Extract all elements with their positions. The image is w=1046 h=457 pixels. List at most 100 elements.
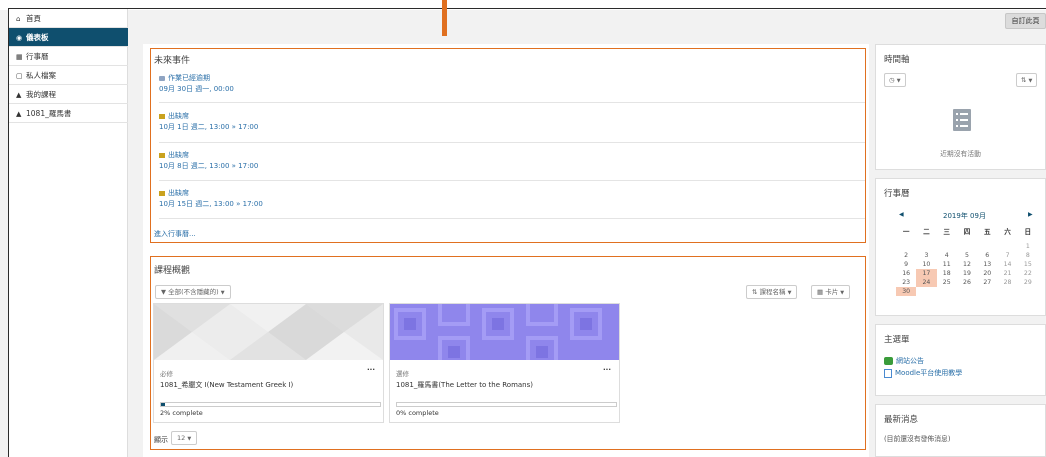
event-item: 出缺席 10月 15日 週二, 13:00 » 17:00 — [159, 188, 865, 219]
menu-link-label: Moodle平台使用教學 — [895, 369, 963, 377]
timeline-title: 時間軸 — [884, 55, 910, 65]
calendar-month-label[interactable]: 2019年 09月 — [943, 211, 986, 221]
sidebar-item-course-romans[interactable]: ▲ 1081_羅馬書 — [9, 104, 128, 123]
event-time-link[interactable]: 10月 15日 週二, 13:00 » 17:00 — [159, 199, 263, 209]
calendar-day[interactable]: 3 — [916, 251, 936, 260]
sidebar-item-label: 儀表板 — [26, 33, 49, 42]
home-icon: ⌂ — [16, 15, 21, 23]
event-time-link[interactable]: 10月 1日 週二, 13:00 » 17:00 — [159, 122, 258, 132]
sort-icon: ⇅ — [1021, 76, 1027, 84]
calendar-day[interactable]: 25 — [937, 278, 957, 287]
calendar-day[interactable]: 10 — [916, 260, 936, 269]
assignment-icon — [159, 75, 165, 81]
menu-link-moodle-guide[interactable]: Moodle平台使用教學 — [884, 368, 962, 378]
calendar-day[interactable]: 4 — [937, 251, 957, 260]
calendar-day[interactable]: 17 — [916, 269, 937, 278]
sidebar-item-home[interactable]: ⌂ 首頁 — [9, 9, 128, 28]
sort-dropdown[interactable]: ⇅ 課程名稱 ▼ — [746, 285, 798, 299]
calendar-day[interactable]: 9 — [896, 260, 916, 269]
calendar-day[interactable]: 28 — [997, 278, 1017, 287]
calendar-day[interactable]: 24 — [916, 278, 937, 287]
calendar-day[interactable]: 11 — [937, 260, 957, 269]
event-name: 出缺席 — [168, 112, 189, 120]
goto-calendar-link[interactable]: 進入行事曆... — [154, 229, 196, 239]
sidebar-item-calendar[interactable]: ▦ 行事曆 — [9, 47, 128, 66]
event-item: 作業已經逾期 09月 30日 週一, 00:00 — [159, 73, 865, 103]
chevron-down-icon: ▼ — [220, 290, 225, 296]
calendar-day[interactable]: 14 — [997, 260, 1017, 269]
course-image-triangles — [154, 304, 383, 360]
menu-link-site-news[interactable]: 網站公告 — [884, 356, 924, 366]
course-progress-bar — [396, 402, 617, 407]
more-options-icon[interactable]: ··· — [603, 366, 611, 374]
more-options-icon[interactable]: ··· — [367, 366, 375, 374]
show-count-dropdown[interactable]: 12 ▼ — [171, 431, 198, 445]
calendar-day[interactable]: 1 — [1018, 242, 1038, 251]
calendar-day[interactable]: 15 — [1018, 260, 1038, 269]
course-category: 必修 — [160, 370, 173, 378]
calendar-day[interactable]: 21 — [997, 269, 1017, 278]
chevron-down-icon: ▼ — [1028, 78, 1033, 84]
previous-month-arrow-icon[interactable]: ◀ — [899, 211, 904, 218]
calendar-day[interactable]: 12 — [957, 260, 977, 269]
calendar-week-row: 9 10 11 12 13 14 15 — [896, 260, 1038, 269]
calendar-day — [997, 242, 1017, 251]
calendar-weekday: 六 — [1004, 228, 1011, 236]
customize-page-button[interactable]: 自訂此頁 — [1005, 13, 1046, 29]
calendar-day[interactable]: 26 — [957, 278, 977, 287]
sidebar-item-label: 行事曆 — [26, 52, 49, 61]
timeline-filter-dropdown[interactable]: ◷ ▼ — [884, 73, 906, 87]
latest-news-empty-text: (目前還沒有發佈消息) — [884, 435, 951, 443]
calendar-day[interactable]: 30 — [896, 287, 917, 296]
timeline-sort-dropdown[interactable]: ⇅ ▼ — [1016, 73, 1038, 87]
course-name-link[interactable]: 1081_羅馬書(The Letter to the Romans) — [396, 380, 533, 390]
next-month-arrow-icon[interactable]: ▶ — [1028, 211, 1033, 218]
event-time-link[interactable]: 09月 30日 週一, 00:00 — [159, 84, 234, 94]
calendar-day[interactable]: 22 — [1018, 269, 1038, 278]
calendar-day — [937, 287, 957, 296]
attendance-icon — [159, 152, 165, 158]
chevron-down-icon: ▼ — [896, 78, 901, 84]
calendar-day[interactable]: 19 — [957, 269, 977, 278]
calendar-week-row: 30 — [896, 287, 1038, 296]
attendance-icon — [159, 190, 165, 196]
event-name: 出缺席 — [168, 189, 189, 197]
event-time-link[interactable]: 10月 8日 週二, 13:00 » 17:00 — [159, 161, 258, 171]
calendar-week-row: 23 24 25 26 27 28 29 — [896, 278, 1038, 287]
course-card[interactable]: 必修 ··· 1081_希臘文 I(New Testament Greek I)… — [153, 303, 384, 423]
attendance-icon — [159, 113, 165, 119]
event-item: 出缺席 10月 8日 週二, 13:00 » 17:00 — [159, 150, 865, 181]
course-filter-dropdown[interactable]: ▼ 全部(不含隱藏的) ▼ — [155, 285, 231, 299]
sidebar-item-my-courses[interactable]: ▲ 我的課程 — [9, 85, 128, 104]
calendar-day[interactable]: 2 — [896, 251, 916, 260]
calendar-day[interactable]: 29 — [1018, 278, 1038, 287]
calendar-day[interactable]: 20 — [977, 269, 997, 278]
calendar-day — [896, 242, 916, 251]
calendar-day[interactable]: 5 — [957, 251, 977, 260]
sidebar-nav: ⌂ 首頁 ◉ 儀表板 ▦ 行事曆 ▢ 私人檔案 ▲ 我的課程 ▲ 1081_羅馬書 — [9, 9, 128, 123]
main-menu-block: 主選單 網站公告 Moodle平台使用教學 — [875, 324, 1046, 396]
calendar-day[interactable]: 13 — [977, 260, 997, 269]
calendar-day[interactable]: 18 — [937, 269, 957, 278]
course-card[interactable]: 選修 ··· 1081_羅馬書(The Letter to the Romans… — [389, 303, 620, 423]
calendar-day[interactable]: 16 — [896, 269, 916, 278]
event-name-link[interactable]: 作業已經逾期 — [159, 73, 210, 83]
calendar-day[interactable]: 23 — [896, 278, 916, 287]
course-progress-text: 2% complete — [160, 409, 203, 417]
event-name-link[interactable]: 出缺席 — [159, 188, 189, 198]
calendar-day[interactable]: 8 — [1018, 251, 1038, 260]
calendar-day[interactable]: 6 — [977, 251, 997, 260]
view-mode-dropdown[interactable]: ▦ 卡片 ▼ — [811, 285, 851, 299]
calendar-weekday-row: 一二三四五六日 — [896, 228, 1038, 237]
calendar-day — [916, 287, 936, 296]
event-name-link[interactable]: 出缺席 — [159, 150, 189, 160]
sidebar-item-private-files[interactable]: ▢ 私人檔案 — [9, 66, 128, 85]
calendar-day[interactable]: 7 — [997, 251, 1017, 260]
event-name-link[interactable]: 出缺席 — [159, 111, 189, 121]
calendar-day[interactable]: 27 — [977, 278, 997, 287]
course-name-link[interactable]: 1081_希臘文 I(New Testament Greek I) — [160, 380, 293, 390]
empty-list-icon — [953, 109, 971, 131]
latest-news-title: 最新消息 — [884, 415, 919, 425]
sidebar-item-label: 私人檔案 — [26, 71, 56, 80]
sidebar-item-dashboard[interactable]: ◉ 儀表板 — [9, 28, 128, 47]
